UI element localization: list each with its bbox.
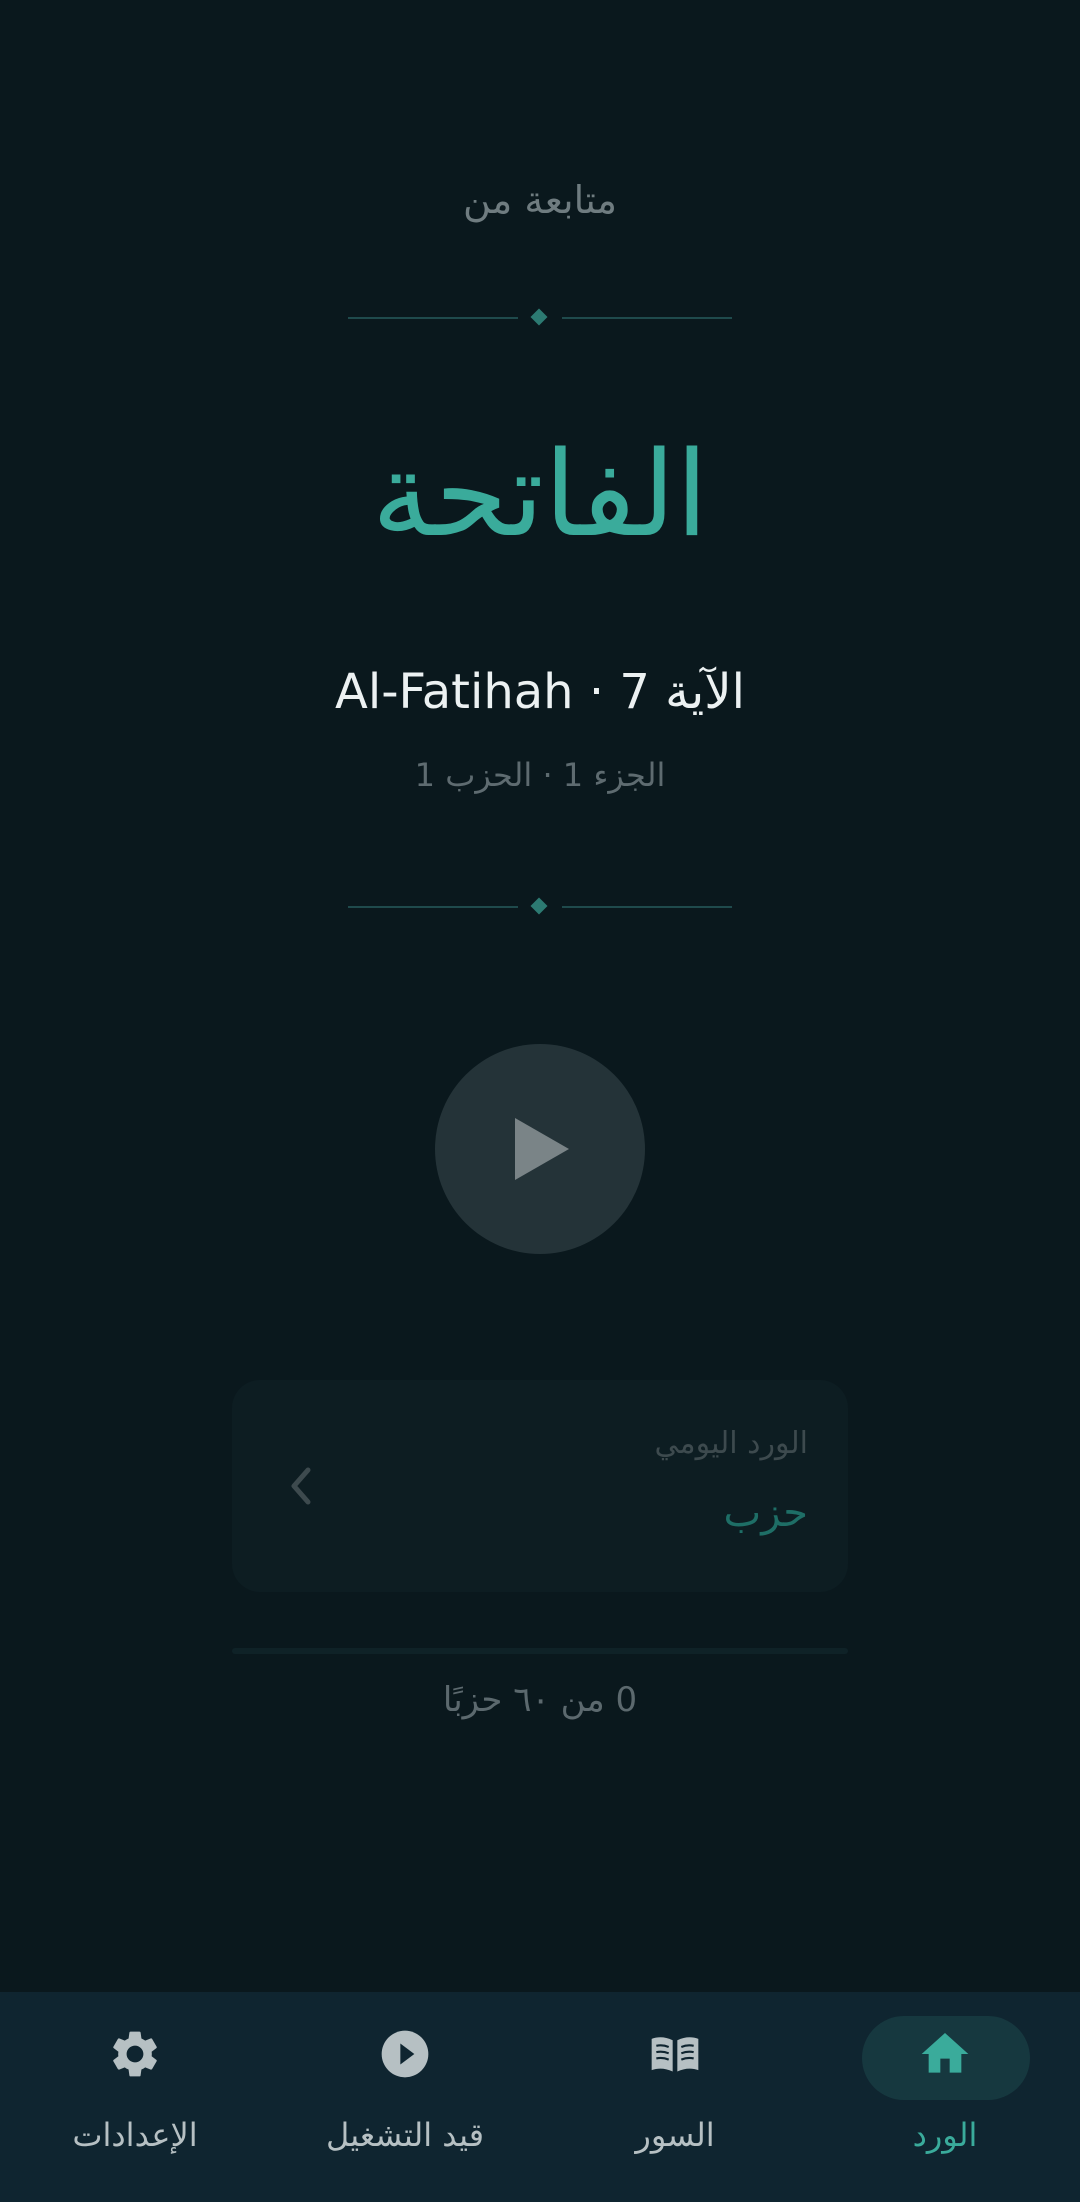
ornament-divider-bottom [348, 897, 732, 917]
wird-screen: { "header": { "continue_label": "متابعة … [0, 0, 1080, 2202]
book-icon [651, 2037, 699, 2072]
gear-icon [113, 2031, 157, 2077]
nav-label-settings: الإعدادات [72, 2116, 198, 2154]
chevron-left-icon [291, 1467, 311, 1505]
juz-hizb-line: الجزء 1 · الحزب 1 [414, 756, 666, 794]
progress-bar [232, 1648, 848, 1654]
daily-wird-value: حزب [723, 1490, 808, 1536]
ornament-divider-top [348, 308, 732, 328]
daily-wird-card[interactable]: الورد اليومي حزب [232, 1380, 848, 1592]
surah-name-arabic: الفاتحة [371, 425, 709, 563]
nav-item-surahs[interactable]: السور [540, 1992, 810, 2202]
daily-wird-title: الورد اليومي [654, 1426, 808, 1461]
continue-from-label: متابعة من [462, 178, 618, 222]
play-button[interactable] [435, 1044, 645, 1254]
surah-ayah-line: Al-Fatihah · الآية 7 [335, 664, 745, 720]
play-icon [515, 1118, 569, 1180]
home-icon [921, 2033, 969, 2073]
nav-item-wird[interactable]: الورد [810, 1992, 1080, 2202]
nav-label-wird: الورد [912, 2116, 978, 2154]
nav-item-now-playing[interactable]: قيد التشغيل [270, 1992, 540, 2202]
nav-label-now-playing: قيد التشغيل [325, 2116, 485, 2154]
play-circle-icon [381, 2030, 429, 2078]
nav-item-settings[interactable]: الإعدادات [0, 1992, 270, 2202]
progress-text: 0 من ٦٠ حزبًا [442, 1680, 638, 1720]
bottom-navigation: الإعدادات قيد التشغيل السور الورد [0, 1992, 1080, 2202]
nav-label-surahs: السور [635, 2116, 715, 2154]
